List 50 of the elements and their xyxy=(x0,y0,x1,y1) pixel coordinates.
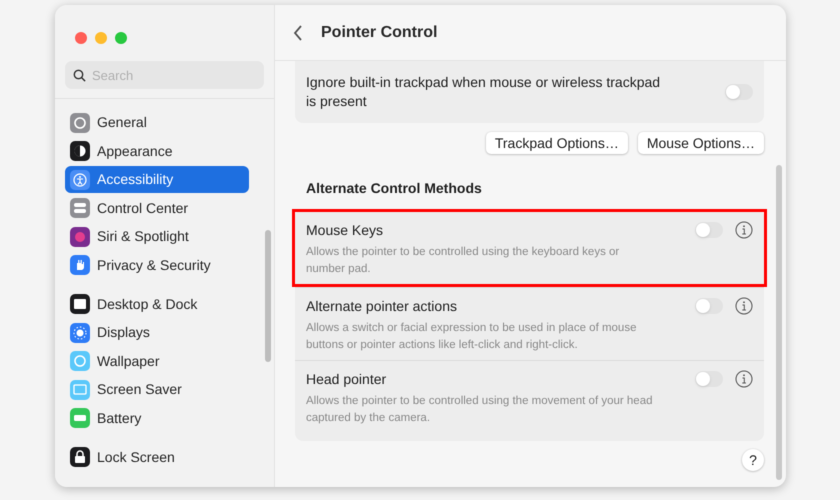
sidebar-item[interactable]: Accessibility xyxy=(65,166,249,193)
setting-description: Allows the pointer to be controlled using the movement of your head captured by the camera. xyxy=(306,394,654,426)
sidebar-item[interactable]: Siri & Spotlight xyxy=(65,223,249,250)
setting-description: Allows the pointer to be controlled using the keyboard keys or number pad. xyxy=(306,245,620,277)
flower-icon xyxy=(70,351,90,371)
sidebar-item[interactable]: General xyxy=(65,109,249,136)
sidebar-item[interactable]: Displays xyxy=(65,319,249,346)
screen-icon xyxy=(70,380,90,400)
gear-icon xyxy=(70,112,90,132)
sidebar-item[interactable]: Lock Screen xyxy=(65,444,249,470)
hand-icon xyxy=(70,255,90,275)
setting-description: Allows a switch or facial expression to be used in place of mouse buttons or pointer actions like left-click and right-click. xyxy=(306,321,638,353)
help-button[interactable]: ? xyxy=(742,449,764,471)
siri-icon xyxy=(70,226,90,246)
toggle-switch[interactable] xyxy=(725,84,753,100)
setting-title: Alternate pointer actions xyxy=(306,297,458,316)
sidebar-item[interactable]: Appearance xyxy=(65,138,249,164)
section-heading: Alternate Control Methods xyxy=(306,179,483,198)
setting-title: Head pointer xyxy=(306,370,388,389)
sidebar-item[interactable]: Control Center xyxy=(65,194,249,222)
sidebar-item[interactable]: Privacy & Security xyxy=(65,252,249,278)
close-button[interactable] xyxy=(75,32,87,44)
sidebar-item[interactable]: Screen Saver xyxy=(65,376,249,403)
zoom-button[interactable] xyxy=(115,32,127,44)
toggle-switch[interactable] xyxy=(695,371,723,387)
minimize-button[interactable] xyxy=(95,32,107,44)
setting-title: Mouse Keys xyxy=(306,221,384,240)
scrollbar[interactable] xyxy=(776,165,782,480)
info-icon[interactable] xyxy=(735,370,753,388)
lock-icon xyxy=(70,447,90,467)
scrollbar[interactable] xyxy=(265,230,271,362)
toggle-switch[interactable] xyxy=(695,222,723,238)
window-title: Pointer Control xyxy=(321,22,438,42)
toggles-icon xyxy=(70,198,90,218)
accessibility-icon xyxy=(70,170,90,190)
battery-icon xyxy=(70,408,90,428)
search-icon xyxy=(73,69,86,82)
info-icon[interactable] xyxy=(735,221,753,239)
options-button[interactable]: Trackpad Options… xyxy=(486,132,628,154)
dock-icon xyxy=(70,294,90,314)
sidebar-item[interactable]: Wallpaper xyxy=(65,348,249,374)
sidebar-item[interactable]: Battery xyxy=(65,404,249,432)
sun-icon xyxy=(70,322,90,342)
appearance-icon xyxy=(70,141,90,161)
info-icon[interactable] xyxy=(735,297,753,315)
sidebar-item[interactable]: Desktop & Dock xyxy=(65,290,249,318)
setting-label: Ignore built-in trackpad when mouse or wireless trackpad is present xyxy=(306,73,662,111)
toggle-switch[interactable] xyxy=(695,298,723,314)
options-button[interactable]: Mouse Options… xyxy=(638,132,764,154)
back-icon[interactable] xyxy=(293,24,303,40)
